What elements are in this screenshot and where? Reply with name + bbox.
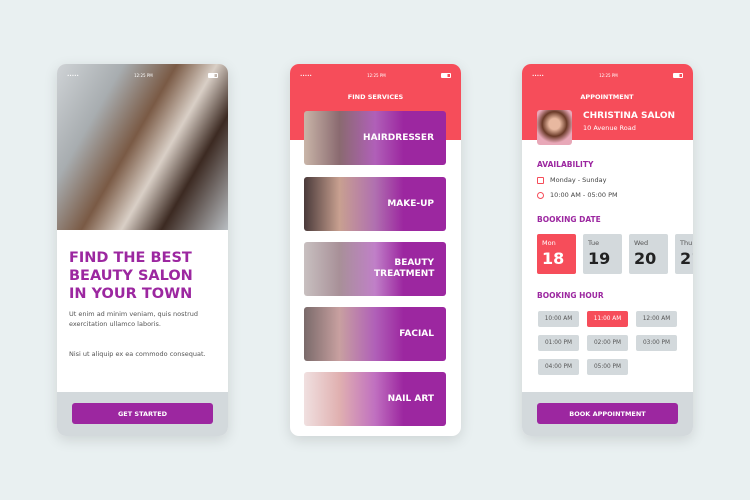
- hour-slot-selected[interactable]: 11:00 AM: [587, 311, 628, 327]
- booking-date-heading: BOOKING DATE: [537, 215, 601, 224]
- get-started-button[interactable]: GET STARTED: [72, 403, 213, 424]
- salon-avatar: [537, 110, 572, 145]
- book-appointment-button[interactable]: BOOK APPOINTMENT: [537, 403, 678, 424]
- hour-slot[interactable]: 01:00 PM: [538, 335, 579, 351]
- service-label: BEAUTY TREATMENT: [374, 258, 435, 279]
- footer: BOOK APPOINTMENT: [522, 392, 693, 436]
- salon-address: 10 Avenue Road: [583, 124, 636, 132]
- date-wed-20[interactable]: Wed 20: [629, 234, 668, 274]
- date-thu-21[interactable]: Thu 21: [675, 234, 693, 274]
- hour-slot[interactable]: 05:00 PM: [587, 359, 628, 375]
- hours-text: 10:00 AM - 05:00 PM: [550, 191, 618, 199]
- service-hairdresser[interactable]: HAIRDRESSER: [304, 111, 446, 165]
- days-text: Monday - Sunday: [550, 176, 607, 184]
- availability-hours: 10:00 AM - 05:00 PM: [537, 191, 618, 199]
- services-screen: ••••• 12:25 PM FIND SERVICES HAIRDRESSER …: [290, 64, 461, 436]
- status-bar: ••••• 12:25 PM: [67, 72, 218, 78]
- headline: FIND THE BEST BEAUTY SALON IN YOUR TOWN: [69, 249, 193, 303]
- appointment-screen: ••••• 12:25 PM APPOINTMENT CHRISTINA SALO…: [522, 64, 693, 436]
- service-facial[interactable]: FACIAL: [304, 307, 446, 361]
- headline-line: IN YOUR TOWN: [69, 286, 193, 302]
- hour-slot[interactable]: 04:00 PM: [538, 359, 579, 375]
- hour-slot[interactable]: 03:00 PM: [636, 335, 677, 351]
- availability-heading: AVAILABILITY: [537, 160, 594, 169]
- description: Nisi ut aliquip ex ea commodo consequat.: [69, 350, 206, 358]
- status-time: 12:25 PM: [599, 72, 618, 78]
- page-title: FIND SERVICES: [347, 93, 404, 101]
- date-number: 19: [588, 249, 611, 268]
- status-bar: ••••• 12:25 PM: [300, 72, 451, 78]
- service-label: FACIAL: [399, 328, 434, 339]
- service-label: HAIRDRESSER: [363, 132, 434, 143]
- date-day: Mon: [542, 239, 556, 247]
- status-bar: ••••• 12:25 PM: [532, 72, 683, 78]
- hero-photo: [57, 64, 228, 230]
- date-tue-19[interactable]: Tue 19: [583, 234, 622, 274]
- calendar-icon: [537, 176, 544, 184]
- service-label: NAIL ART: [387, 393, 434, 404]
- booking-hour-heading: BOOKING HOUR: [537, 291, 604, 300]
- headline-line: FIND THE BEST: [69, 250, 192, 266]
- salon-name: CHRISTINA SALON: [583, 111, 676, 121]
- battery-icon: [673, 72, 683, 78]
- page-title: APPOINTMENT: [580, 93, 634, 101]
- service-label: MAKE-UP: [387, 198, 434, 209]
- date-number: 21: [680, 249, 693, 268]
- footer: GET STARTED: [57, 392, 228, 436]
- battery-icon: [441, 72, 451, 78]
- service-nail-art[interactable]: NAIL ART: [304, 372, 446, 426]
- availability-days: Monday - Sunday: [537, 176, 606, 184]
- date-day: Wed: [634, 239, 649, 247]
- hour-slot[interactable]: 02:00 PM: [587, 335, 628, 351]
- date-number: 18: [542, 249, 565, 268]
- service-make-up[interactable]: MAKE-UP: [304, 177, 446, 231]
- clock-icon: [537, 191, 544, 199]
- hour-slot[interactable]: 12:00 AM: [636, 311, 677, 327]
- headline-line: BEAUTY SALON: [69, 268, 193, 284]
- date-day: Thu: [680, 239, 693, 247]
- date-number: 20: [634, 249, 657, 268]
- date-day: Tue: [588, 239, 600, 247]
- battery-icon: [208, 72, 218, 78]
- welcome-screen: ••••• 12:25 PM FIND THE BEST BEAUTY SALON…: [57, 64, 228, 436]
- status-time: 12:25 PM: [134, 72, 153, 78]
- status-time: 12:25 PM: [367, 72, 386, 78]
- description: Ut enim ad minim veniam, quis nostrud ex…: [69, 310, 199, 328]
- date-mon-18[interactable]: Mon 18: [537, 234, 576, 274]
- service-beauty-treatment[interactable]: BEAUTY TREATMENT: [304, 242, 446, 296]
- hour-slot[interactable]: 10:00 AM: [538, 311, 579, 327]
